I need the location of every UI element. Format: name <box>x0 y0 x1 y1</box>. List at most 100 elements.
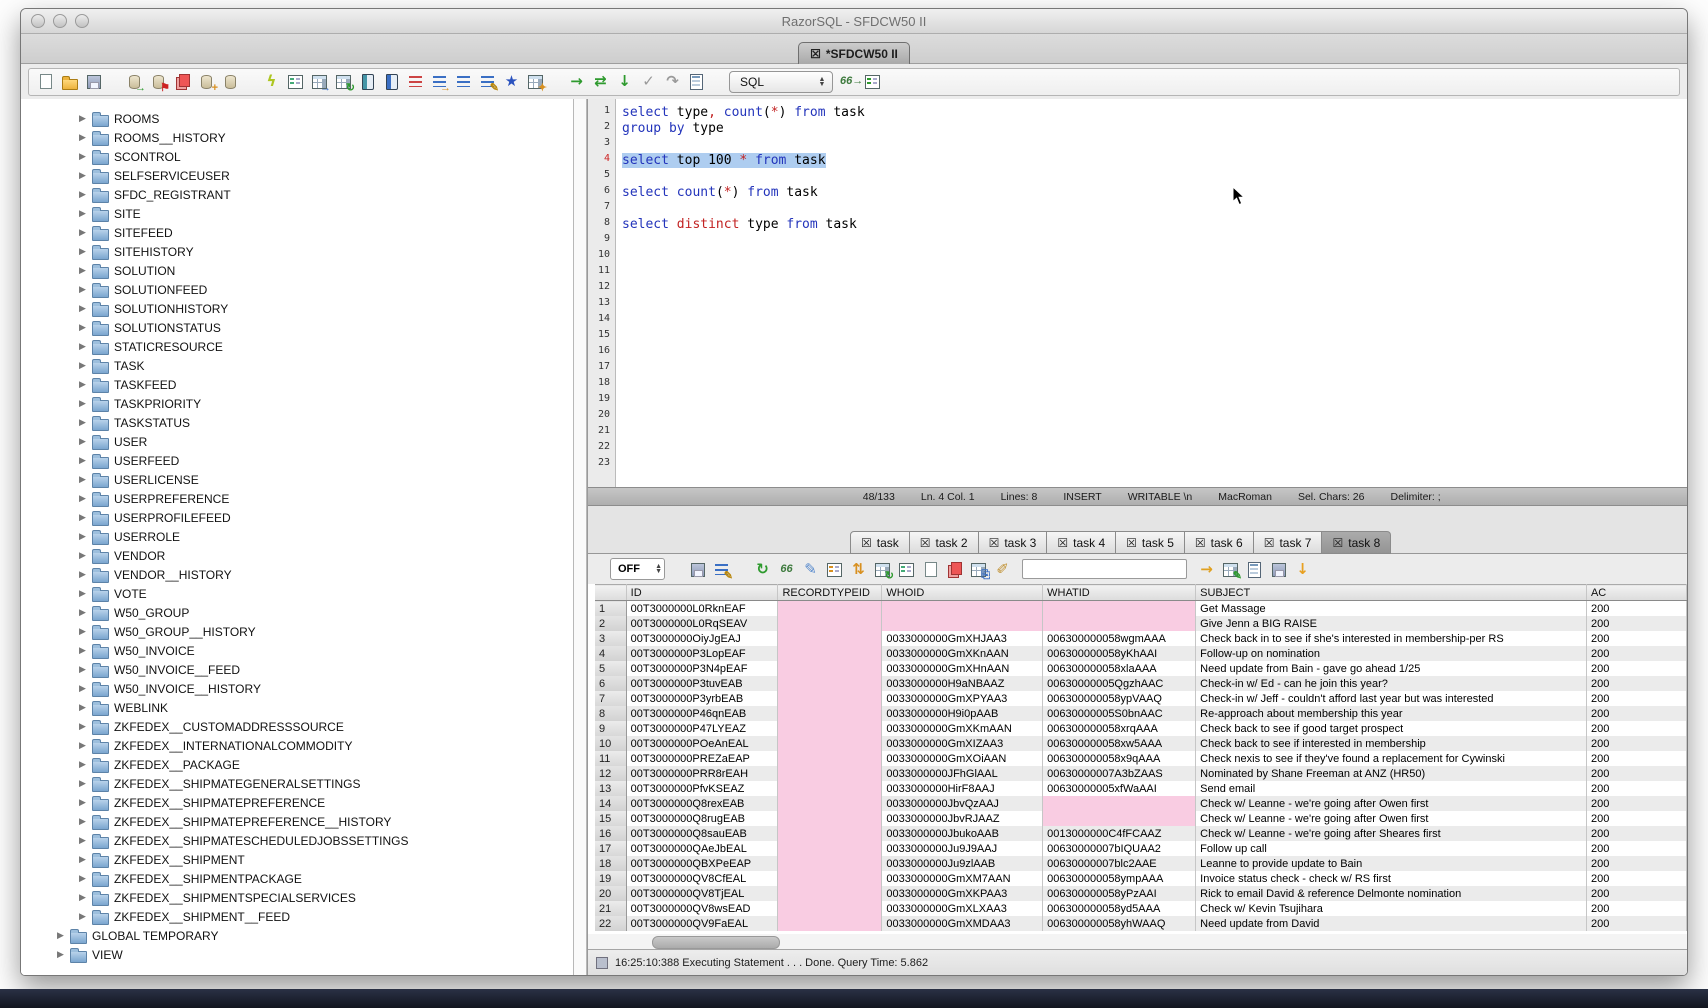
goto-line-icon[interactable]: 66→ <box>840 73 857 90</box>
expand-triangle-icon[interactable]: ▶ <box>79 208 91 219</box>
refresh-table-icon[interactable]: ↻ <box>335 73 352 90</box>
column-header[interactable]: ID <box>626 585 778 601</box>
expand-triangle-icon[interactable]: ▶ <box>79 721 91 732</box>
tree-item[interactable]: ▶ZKFEDEX__SHIPMATESCHEDULEDJOBSSETTINGS <box>21 831 573 850</box>
cell-ac[interactable]: 200 <box>1586 736 1686 751</box>
title-bar[interactable]: RazorSQL - SFDCW50 II <box>21 9 1687 34</box>
cell-subject[interactable]: Send email <box>1196 781 1587 796</box>
cell-id[interactable]: 00T3000000P46qnEAB <box>626 706 778 721</box>
cell-ac[interactable]: 200 <box>1586 721 1686 736</box>
cell-whoid[interactable]: 0033000000Ju9J9AAJ <box>882 841 1043 856</box>
results-list-icon[interactable] <box>455 73 472 90</box>
cell-id[interactable]: 00T3000000QV8CfEAL <box>626 871 778 886</box>
tree-view-icon[interactable] <box>826 561 843 578</box>
expand-triangle-icon[interactable]: ▶ <box>79 227 91 238</box>
result-tab-task-5[interactable]: ☒task 5 <box>1116 531 1185 554</box>
tree-item[interactable]: ▶USERPREFERENCE <box>21 489 573 508</box>
tree-item[interactable]: ▶ZKFEDEX__SHIPMATEPREFERENCE__HISTORY <box>21 812 573 831</box>
expand-triangle-icon[interactable]: ▶ <box>79 702 91 713</box>
tree-item[interactable]: ▶VOTE <box>21 584 573 603</box>
code-line[interactable] <box>622 249 1687 265</box>
column-list-icon[interactable] <box>898 561 915 578</box>
cell-rownum[interactable]: 19 <box>595 871 626 886</box>
cell-whatid[interactable]: 006300000058ympAAA <box>1043 871 1196 886</box>
expand-triangle-icon[interactable]: ▶ <box>79 113 91 124</box>
cell-id[interactable]: 00T3000000PREZaEAP <box>626 751 778 766</box>
cell-rownum[interactable]: 21 <box>595 901 626 916</box>
tab-close-icon[interactable]: ☒ <box>1332 537 1343 549</box>
code-line[interactable] <box>622 425 1687 441</box>
cell-ac[interactable]: 200 <box>1586 811 1686 826</box>
tree-item[interactable]: ▶TASKFEED <box>21 375 573 394</box>
code-line[interactable] <box>622 137 1687 153</box>
cell-ac[interactable]: 200 <box>1586 631 1686 646</box>
sql-code-area[interactable]: select type, count(*) from taskgroup by … <box>616 99 1687 487</box>
code-line[interactable] <box>622 313 1687 329</box>
expand-triangle-icon[interactable]: ▶ <box>79 303 91 314</box>
tree-item[interactable]: ▶SITEFEED <box>21 223 573 242</box>
cell-whatid[interactable] <box>1043 601 1196 617</box>
expand-triangle-icon[interactable]: ▶ <box>79 740 91 751</box>
tree-item[interactable]: ▶ZKFEDEX__SHIPMENT <box>21 850 573 869</box>
cell-rownum[interactable]: 4 <box>595 646 626 661</box>
table-row[interactable]: 900T3000000P47LYEAZ0033000000GmXKmAAN006… <box>595 721 1687 736</box>
cell-id[interactable]: 00T3000000QV8TjEAL <box>626 886 778 901</box>
expand-triangle-icon[interactable]: ▶ <box>57 930 69 941</box>
cell-whoid[interactable]: 0033000000GmXM7AAN <box>882 871 1043 886</box>
cell-recordtypeid[interactable] <box>778 631 882 646</box>
cell-whoid[interactable]: 0033000000GmXLXAA3 <box>882 901 1043 916</box>
tree-item[interactable]: ▶ZKFEDEX__CUSTOMADDRESSSOURCE <box>21 717 573 736</box>
zoom-window-icon[interactable] <box>75 14 89 28</box>
expand-triangle-icon[interactable]: ▶ <box>79 436 91 447</box>
cell-id[interactable]: 00T3000000POeAnEAL <box>626 736 778 751</box>
code-line[interactable] <box>622 361 1687 377</box>
cell-whatid[interactable]: 006300000058yhWAAQ <box>1043 916 1196 931</box>
expand-triangle-icon[interactable]: ▶ <box>79 569 91 580</box>
expand-triangle-icon[interactable]: ▶ <box>79 341 91 352</box>
tree-item[interactable]: ▶W50_INVOICE <box>21 641 573 660</box>
cell-whoid[interactable]: 0033000000Ju9zlAAB <box>882 856 1043 871</box>
disconnect-icon[interactable]: ⚑ <box>150 73 167 90</box>
cell-recordtypeid[interactable] <box>778 721 882 736</box>
tree-item[interactable]: ▶USERLICENSE <box>21 470 573 489</box>
cell-recordtypeid[interactable] <box>778 751 882 766</box>
tree-item[interactable]: ▶ROOMS__HISTORY <box>21 128 573 147</box>
expand-triangle-icon[interactable]: ▶ <box>79 474 91 485</box>
tree-item[interactable]: ▶W50_GROUP <box>21 603 573 622</box>
result-tab-task-8[interactable]: ☒task 8 <box>1322 531 1391 554</box>
cell-recordtypeid[interactable] <box>778 796 882 811</box>
describe-icon[interactable] <box>287 73 304 90</box>
table-row[interactable]: 100T3000000L0RknEAFGet Massage200 <box>595 601 1687 617</box>
reload-table-icon[interactable]: ↻ <box>874 561 891 578</box>
cell-subject[interactable]: Check-in w/ Ed - can he join this year? <box>1196 676 1587 691</box>
cell-whatid[interactable]: 00630000005xfWaAAI <box>1043 781 1196 796</box>
cell-whoid[interactable]: 0033000000HirF8AAJ <box>882 781 1043 796</box>
cell-whatid[interactable]: 006300000058ypVAAQ <box>1043 691 1196 706</box>
results-hscrollbar[interactable] <box>588 934 1687 949</box>
table-row[interactable]: 300T3000000OiyJgEAJ0033000000GmXHJAA3006… <box>595 631 1687 646</box>
cell-id[interactable]: 00T3000000Q8rexEAB <box>626 796 778 811</box>
cell-subject[interactable]: Nominated by Shane Freeman at ANZ (HR50) <box>1196 766 1587 781</box>
expand-triangle-icon[interactable]: ▶ <box>79 835 91 846</box>
cell-subject[interactable]: Check back to see if interested in membe… <box>1196 736 1587 751</box>
cell-rownum[interactable]: 16 <box>595 826 626 841</box>
connect-icon[interactable]: → <box>126 73 143 90</box>
cell-ac[interactable]: 200 <box>1586 706 1686 721</box>
code-line[interactable]: select distinct type from task <box>622 217 1687 233</box>
table-row[interactable]: 1800T3000000QBXPeEAP0033000000Ju9zlAAB00… <box>595 856 1687 871</box>
cell-rownum[interactable]: 9 <box>595 721 626 736</box>
cell-id[interactable]: 00T3000000P3yrbEAB <box>626 691 778 706</box>
view-row-icon[interactable]: 66 <box>778 561 795 578</box>
redo-icon[interactable]: ↷ <box>664 73 681 90</box>
expand-triangle-icon[interactable]: ▶ <box>79 588 91 599</box>
cell-whatid[interactable]: 006300000058wgmAAA <box>1043 631 1196 646</box>
table-row[interactable]: 400T3000000P3LopEAF0033000000GmXKnAAN006… <box>595 646 1687 661</box>
cell-subject[interactable]: Check w/ Leanne - we're going after Owen… <box>1196 796 1587 811</box>
cell-rownum[interactable]: 6 <box>595 676 626 691</box>
cell-rownum[interactable]: 20 <box>595 886 626 901</box>
cell-whoid[interactable] <box>882 601 1043 617</box>
edit-cell-icon[interactable]: ✎ <box>802 561 819 578</box>
cell-recordtypeid[interactable] <box>778 661 882 676</box>
cell-whatid[interactable] <box>1043 811 1196 826</box>
cell-whoid[interactable]: 0033000000JbvQzAAJ <box>882 796 1043 811</box>
